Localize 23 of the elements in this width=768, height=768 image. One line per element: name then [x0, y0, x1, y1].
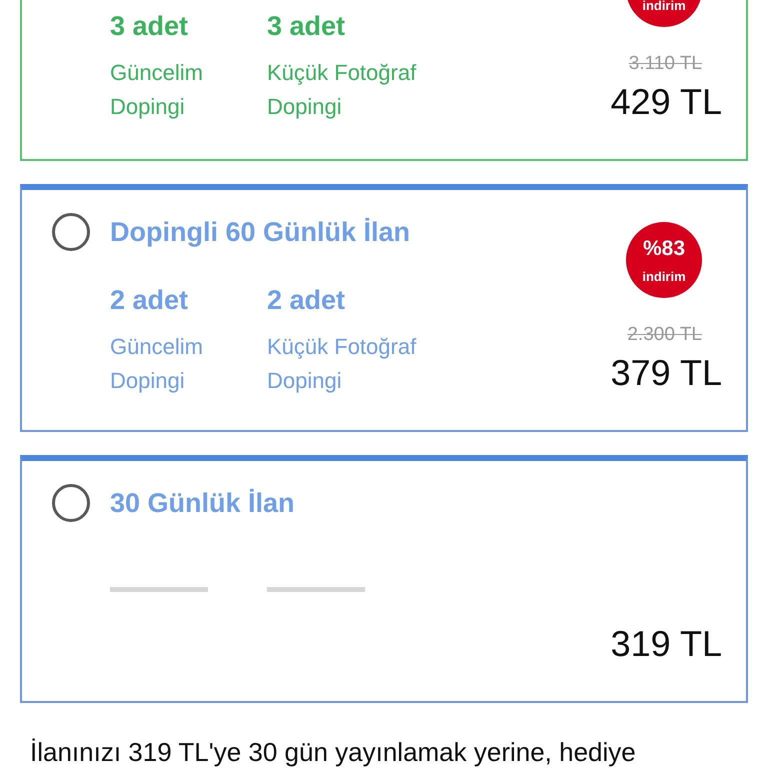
radio-button[interactable] — [52, 484, 90, 522]
price: 319 TL — [610, 623, 722, 665]
price: 379 TL — [610, 352, 722, 394]
discount-badge: %83 indirim — [626, 222, 702, 298]
plan-card[interactable]: Dopingli 60 Günlük İlan 2 adet Güncelim Dopingi 2 adet Küçük Fotoğraf Dopingi %83 indirim 2.300 TL 379 TL — [20, 184, 748, 432]
feature-count: 3 adet — [110, 10, 190, 42]
plan-card[interactable]: 30 Günlük İlan 319 TL — [20, 455, 748, 703]
feature-count: 2 adet — [110, 284, 190, 316]
discount-badge: indirim — [626, 0, 702, 27]
info-text: İlanınızı 319 TL'ye 30 gün yayınlamak yerine, hediye — [30, 739, 637, 766]
plan-title: Dopingli 60 Günlük İlan — [110, 216, 410, 248]
old-price: 3.110 TL — [628, 53, 702, 75]
feature-label: Güncelim Dopingi — [110, 59, 204, 121]
feature-count: 3 adet — [267, 10, 346, 42]
feature-label: Küçük Fotoğraf Dopingi — [267, 59, 418, 121]
price: 429 TL — [610, 81, 722, 123]
feature-count: 2 adet — [267, 284, 346, 316]
feature-label: Küçük Fotoğraf Dopingi — [267, 333, 418, 395]
plan-card[interactable]: 3 adet Güncelim Dopingi 3 adet Küçük Fotoğraf Dopingi indirim 3.110 TL 429 TL — [20, 0, 748, 161]
feature-label: Güncelim Dopingi — [110, 333, 204, 395]
radio-button[interactable] — [52, 213, 90, 251]
old-price: 2.300 TL — [627, 324, 702, 346]
plan-title: 30 Günlük İlan — [110, 488, 295, 518]
